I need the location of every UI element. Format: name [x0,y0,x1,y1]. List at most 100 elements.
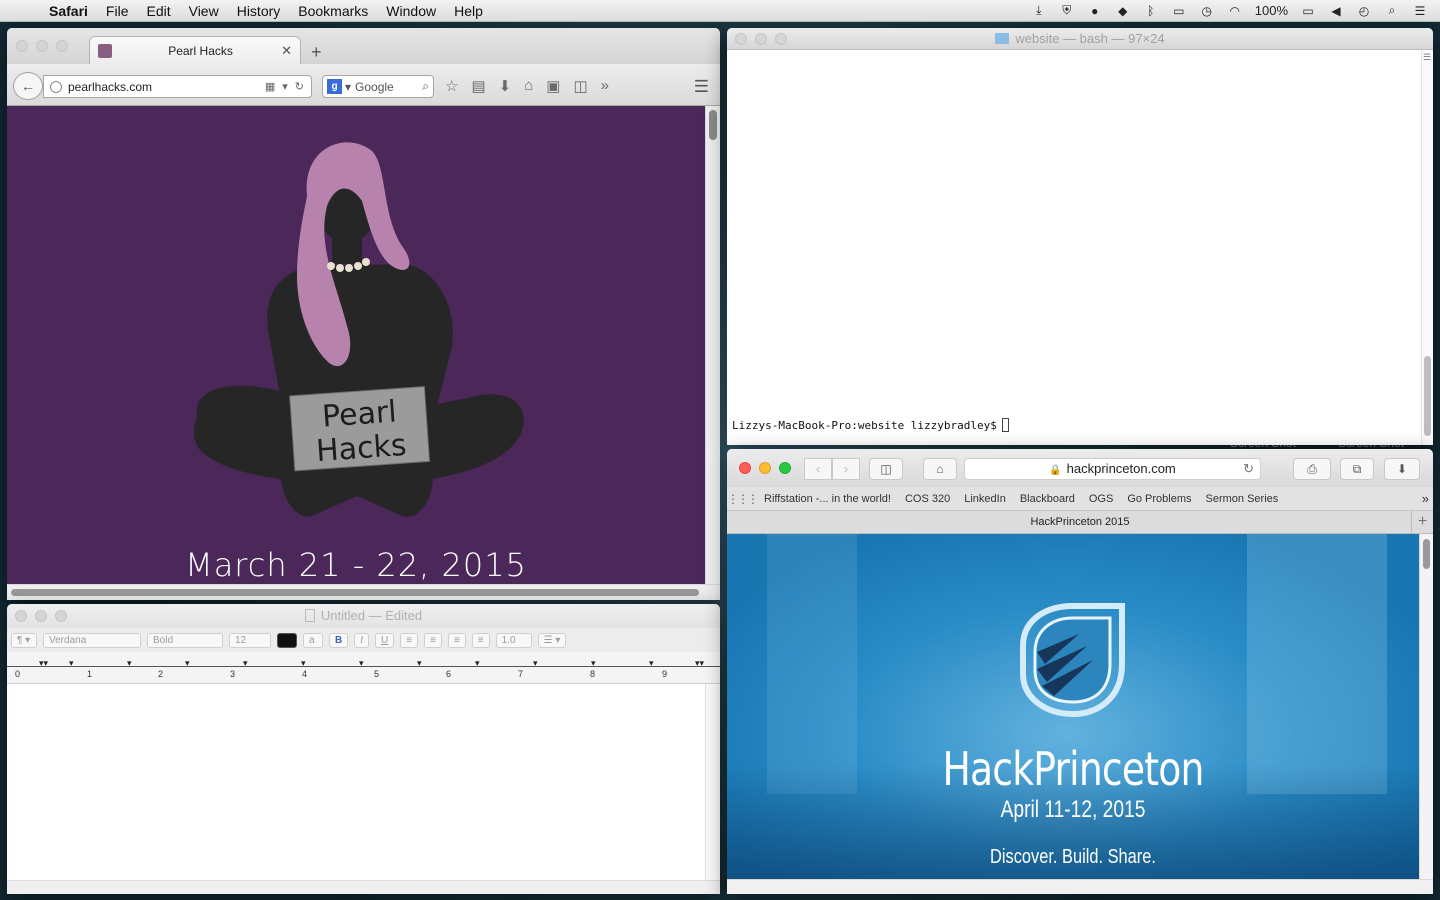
menu-icon[interactable]: ☰ [694,77,709,97]
tab-pearl-hacks[interactable]: Pearl Hacks ✕ [89,36,301,65]
menu-edit[interactable]: Edit [137,3,179,19]
url-bar[interactable]: pearlhacks.com ▦ ▾ ↻ [43,75,312,98]
forward-button[interactable]: › [832,458,860,480]
horizontal-scrollbar[interactable] [7,880,720,894]
qr-code-icon[interactable]: ▦ [265,80,275,93]
magnifier-icon[interactable]: ⌕ [422,79,429,94]
overflow-icon[interactable]: » [601,77,609,95]
tab-stop-icon[interactable]: ▾ [533,658,538,669]
bookmark-sermon-series[interactable]: Sermon Series [1199,493,1286,505]
download-status-icon[interactable]: ⤓ [1031,3,1047,18]
print-icon[interactable]: ⎙ [1293,458,1331,480]
new-tab-button[interactable]: + [1411,511,1433,533]
vertical-scrollbar[interactable]: ☰ [1421,50,1433,445]
align-left-icon[interactable]: ≡ [400,632,419,648]
tab-stop-icon[interactable]: ▾ [475,658,480,669]
menu-history[interactable]: History [228,3,290,19]
bookmark-linkedin[interactable]: LinkedIn [957,493,1013,505]
bookmark-ogs[interactable]: OGS [1082,493,1120,505]
airplay-icon[interactable]: ▭ [1171,4,1187,18]
notification-center-icon[interactable]: ☰ [1412,4,1428,18]
close-window-button[interactable] [739,462,751,474]
tab-stop-icon[interactable]: ▾ [591,658,596,669]
vertical-scrollbar[interactable] [705,684,720,880]
tab-stop-icon[interactable]: ▾ [127,658,132,669]
battery-icon[interactable]: ▭ [1300,4,1316,18]
bookmark-riffstation[interactable]: Riffstation -... in the world! [757,493,898,505]
split-pane-icon[interactable]: ☰ [1423,52,1431,63]
home-icon[interactable]: ⌂ [524,77,533,95]
tab-hackprinceton[interactable]: HackPrinceton 2015 [1030,516,1129,528]
wifi-icon[interactable]: ◠ [1227,4,1243,18]
tab-stop-icon[interactable]: ▾ [649,658,654,669]
back-button[interactable]: ‹ [804,458,832,480]
zoom-window-button[interactable] [55,610,67,622]
tabs-overview-icon[interactable]: ⧉ [1340,458,1374,480]
vertical-scrollbar[interactable] [1419,534,1433,879]
shield-icon[interactable]: ⛨ [1059,3,1075,18]
bookmark-go-problems[interactable]: Go Problems [1120,493,1198,505]
downloads-icon[interactable]: ⬇ [499,77,512,95]
sidebar-icon[interactable]: ◫ [573,77,587,95]
bold-button[interactable]: B [329,632,349,648]
minimize-window-button[interactable] [36,40,48,52]
shell-prompt[interactable]: Lizzys-MacBook-Pro:website lizzybradley$ [732,418,1009,432]
volume-icon[interactable]: ◀ [1328,4,1344,18]
italic-button[interactable]: I [354,632,370,648]
font-size-select[interactable]: 12 [229,632,271,648]
bookmarks-list-icon[interactable]: ▤ [471,77,485,95]
text-color-swatch[interactable] [277,632,297,648]
scroll-thumb[interactable] [1423,539,1430,569]
right-margin-icon[interactable]: ▾▾ [695,658,704,669]
vertical-scrollbar[interactable] [705,106,720,584]
zoom-window-button[interactable] [779,462,791,474]
list-style-icon[interactable]: ☰ ▾ [537,632,567,648]
clock-icon[interactable]: ◴ [1356,4,1372,18]
bookmark-star-icon[interactable]: ☆ [445,77,458,95]
dropdown-arrow-icon[interactable]: ▾ [282,80,288,93]
ruler[interactable]: 0 1 2 3 4 5 6 7 8 9 ▾▾ ▾ ▾ ▾ ▾ ▾ ▾ ▾ ▾ ▾… [7,652,720,684]
address-bar[interactable]: 🔒 hackprinceton.com ↻ [964,458,1261,480]
search-engine-dropdown-icon[interactable]: ▾ [345,80,351,94]
underline-button[interactable]: U [375,632,395,648]
scroll-thumb[interactable] [11,589,699,596]
paragraph-style-select[interactable]: ¶ ▾ [11,632,37,648]
scroll-thumb[interactable] [1424,356,1431,436]
font-family-select[interactable]: Verdana [43,632,141,648]
tab-stop-icon[interactable]: ▾▾ [39,658,48,669]
highlight-color-icon[interactable]: a [303,632,323,648]
menu-file[interactable]: File [97,3,138,19]
close-window-button[interactable] [16,40,28,52]
bluetooth-icon[interactable]: ᛒ [1143,4,1159,18]
search-bar[interactable]: g ▾ Google ⌕ [322,75,434,98]
line-spacing-select[interactable]: 1.0 [495,632,532,648]
tab-stop-icon[interactable]: ▾ [417,658,422,669]
downloads-icon[interactable]: ⬇ [1384,458,1420,480]
zoom-window-button[interactable] [56,40,68,52]
tab-stop-icon[interactable]: ▾ [185,658,190,669]
close-tab-icon[interactable]: ✕ [281,43,292,59]
back-button[interactable]: ← [13,72,43,100]
close-window-button[interactable] [15,610,27,622]
tab-stop-icon[interactable]: ▾ [69,658,74,669]
spotlight-search-icon[interactable]: ⌕ [1384,3,1400,18]
sidebar-toggle-icon[interactable]: ◫ [869,458,903,480]
scroll-thumb[interactable] [709,110,717,140]
dropbox-icon[interactable]: ◆ [1115,4,1131,18]
menu-view[interactable]: View [180,3,228,19]
bookmark-blackboard[interactable]: Blackboard [1013,493,1082,505]
menu-safari[interactable]: Safari [40,3,97,19]
align-right-icon[interactable]: ≡ [447,632,466,648]
menu-bookmarks[interactable]: Bookmarks [289,3,377,19]
tab-stop-icon[interactable]: ▾ [301,658,306,669]
reload-icon[interactable]: ↻ [295,80,304,93]
bookmark-cos320[interactable]: COS 320 [898,493,957,505]
battery-percent[interactable]: 100% [1255,3,1288,18]
evernote-icon[interactable]: ● [1087,4,1103,18]
font-weight-select[interactable]: Bold [147,632,223,648]
top-sites-grid-icon[interactable]: ⋮⋮⋮ [727,492,759,506]
time-machine-icon[interactable]: ◷ [1199,4,1215,18]
minimize-window-button[interactable] [759,462,771,474]
minimize-window-button[interactable] [35,610,47,622]
reload-icon[interactable]: ↻ [1243,459,1254,479]
